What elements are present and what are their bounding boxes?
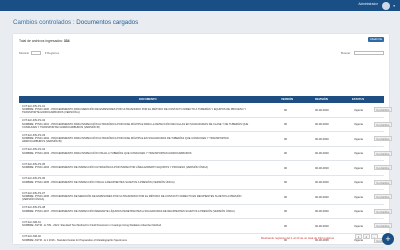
doc-revision: 00-00-0000	[315, 224, 329, 228]
disable-button[interactable]: Deshabilitar	[374, 121, 392, 127]
doc-name: NOMBRE: ASTM - E 1 2016 - Standard Guide…	[22, 238, 127, 242]
disable-button[interactable]: Deshabilitar	[374, 223, 392, 228]
doc-version: 00	[284, 108, 287, 112]
doc-name: NOMBRE: PYMO-1001 - PROCEDIMIENTO PARA I…	[22, 122, 249, 129]
search-input[interactable]	[354, 50, 384, 55]
page-title: Cambios controlados : Documentos cargado…	[13, 19, 138, 26]
doc-revision: 00-00-0000	[315, 181, 329, 184]
doc-status: Vigente	[354, 166, 364, 170]
doc-name: NOMBRE: PYMO-1007 - PROCEDIMIENTO DE INS…	[22, 209, 235, 213]
table-row: CVT-EU-DIV-P1-06 NOMBRE: PYMO-1005 - PRO…	[19, 176, 392, 190]
page-title-prefix: Cambios controlados :	[13, 19, 75, 26]
doc-name: NOMBRE: PYMO-1002 - PROCEDIMIENTO PARA I…	[22, 137, 229, 144]
disable-button[interactable]: Deshabilitar	[374, 150, 392, 156]
doc-name: NOMBRE: ASTM - E 709 - 2021: Standard Te…	[22, 224, 162, 227]
doc-version: 00	[284, 123, 287, 126]
page-size-select[interactable]	[31, 50, 41, 55]
doc-version: 00	[284, 210, 287, 213]
add-fab-button[interactable]: +	[382, 233, 394, 245]
table-header: DOCUMENTO VERSIÓN REVISIÓN ESTATUS	[19, 96, 384, 103]
show-label: Mostrar	[19, 51, 30, 55]
add-row-button[interactable]: Añadir fila	[368, 37, 384, 42]
next-page-link[interactable]: ›	[370, 234, 378, 239]
doc-status: Vigente	[354, 137, 364, 141]
doc-revision: 00-00-0000	[315, 108, 329, 112]
documents-card: Total de archivos ingresados: 334 Añadir…	[13, 34, 392, 248]
disable-button[interactable]: Deshabilitar	[374, 179, 392, 185]
doc-name: NOMBRE: PYMO-1004 - PROCEDIMIENTO DE INS…	[22, 166, 209, 169]
page-size-option[interactable]: ▾ Registros	[45, 51, 59, 55]
table-filter: Mostrar ▾ Registros Buscar:	[19, 50, 384, 55]
column-status[interactable]: ESTATUS	[352, 98, 364, 101]
page-link[interactable]: 2	[362, 234, 370, 239]
disable-button[interactable]: Deshabilitar	[374, 165, 392, 170]
table-row: CVT-EU-DIV-P1-05 NOMBRE: PYMO-1004 - PRO…	[19, 161, 392, 176]
doc-revision: 00-00-0000	[315, 195, 329, 199]
total-files-label: Total de archivos ingresados:	[19, 39, 63, 43]
disable-button[interactable]: Deshabilitar	[374, 208, 392, 214]
disable-button[interactable]: Deshabilitar	[374, 107, 392, 112]
total-files: Total de archivos ingresados: 334	[19, 39, 70, 43]
doc-name: NOMBRE: PYMO-1003 - PROCEDIMIENTO PARA I…	[22, 151, 192, 155]
column-revision[interactable]: REVISIÓN	[315, 98, 328, 101]
search-label: Buscar:	[341, 51, 352, 55]
doc-name: NOMBRE: PYMO-1005 - PROCEDIMIENTO DE INS…	[22, 180, 175, 184]
doc-version: 00	[284, 166, 287, 170]
doc-revision: 00-00-0000	[315, 166, 329, 170]
doc-name: NOMBRE: PYMO-1000 - PROCEDIMIENTO PARA M…	[22, 108, 247, 115]
doc-revision: 00-00-0000	[315, 137, 329, 141]
user-name[interactable]: Administrador	[358, 2, 378, 6]
table-row: CVT-EU-DIV-P1-03 NOMBRE: PYMO-1002 - PRO…	[19, 132, 392, 147]
doc-revision: 00-00-0000	[315, 123, 329, 126]
table-row: CVT-EU-NM-01 NOMBRE: ASTM - E 709 - 2021…	[19, 219, 392, 234]
doc-version: 00	[284, 137, 287, 141]
doc-status: Vigente	[354, 195, 364, 199]
disable-button[interactable]: Deshabilitar	[374, 136, 392, 141]
table-row: CVT-EU-DIV-P1-01 NOMBRE: PYMO-1000 - PRO…	[19, 103, 392, 118]
column-version[interactable]: VERSIÓN	[281, 98, 293, 101]
avatar[interactable]	[382, 1, 390, 10]
doc-version: 00	[284, 224, 287, 228]
table-row: CVT-EU-DIV-P1-08 NOMBRE: PYMO-1007 - PRO…	[19, 205, 392, 219]
doc-version: 00	[284, 195, 287, 199]
doc-name: NOMBRE: PYMO-1006 - PROCEDIMIENTO DE MED…	[22, 195, 242, 202]
chevron-down-icon[interactable]: ▾	[393, 4, 395, 8]
total-files-count: 334	[63, 39, 70, 43]
doc-status: Vigente	[354, 224, 364, 228]
table-row: CVT-EU-DIV-P1-07 NOMBRE: PYMO-1006 - PRO…	[19, 190, 392, 205]
pager: 1 2 ›	[355, 234, 385, 240]
doc-revision: 00-00-0000	[315, 210, 329, 213]
doc-version: 00	[284, 152, 287, 155]
doc-status: Vigente	[354, 152, 364, 155]
page-title-main: Documentos cargados	[76, 19, 139, 26]
column-document[interactable]: DOCUMENTO	[139, 98, 157, 101]
doc-status: Vigente	[354, 123, 364, 126]
table-row: CVT-EU-DIV-P1-02 NOMBRE: PYMO-1001 - PRO…	[19, 118, 392, 132]
table-row: CVT-EU-DIV-P1-04 NOMBRE: PYMO-1003 - PRO…	[19, 147, 392, 161]
doc-revision: 00-00-0000	[315, 152, 329, 155]
doc-status: Vigente	[354, 210, 364, 213]
disable-button[interactable]: Deshabilitar	[374, 194, 392, 199]
table-body: CVT-EU-DIV-P1-01 NOMBRE: PYMO-1000 - PRO…	[19, 103, 392, 248]
doc-status: Vigente	[354, 108, 364, 112]
doc-status: Vigente	[354, 181, 364, 184]
doc-version: 00	[284, 181, 287, 184]
page-link[interactable]: 1	[355, 234, 362, 239]
top-bar: Administrador ▾	[0, 0, 400, 11]
pagination-info: Mostrando registros del 1 al 10 de un to…	[261, 236, 335, 240]
